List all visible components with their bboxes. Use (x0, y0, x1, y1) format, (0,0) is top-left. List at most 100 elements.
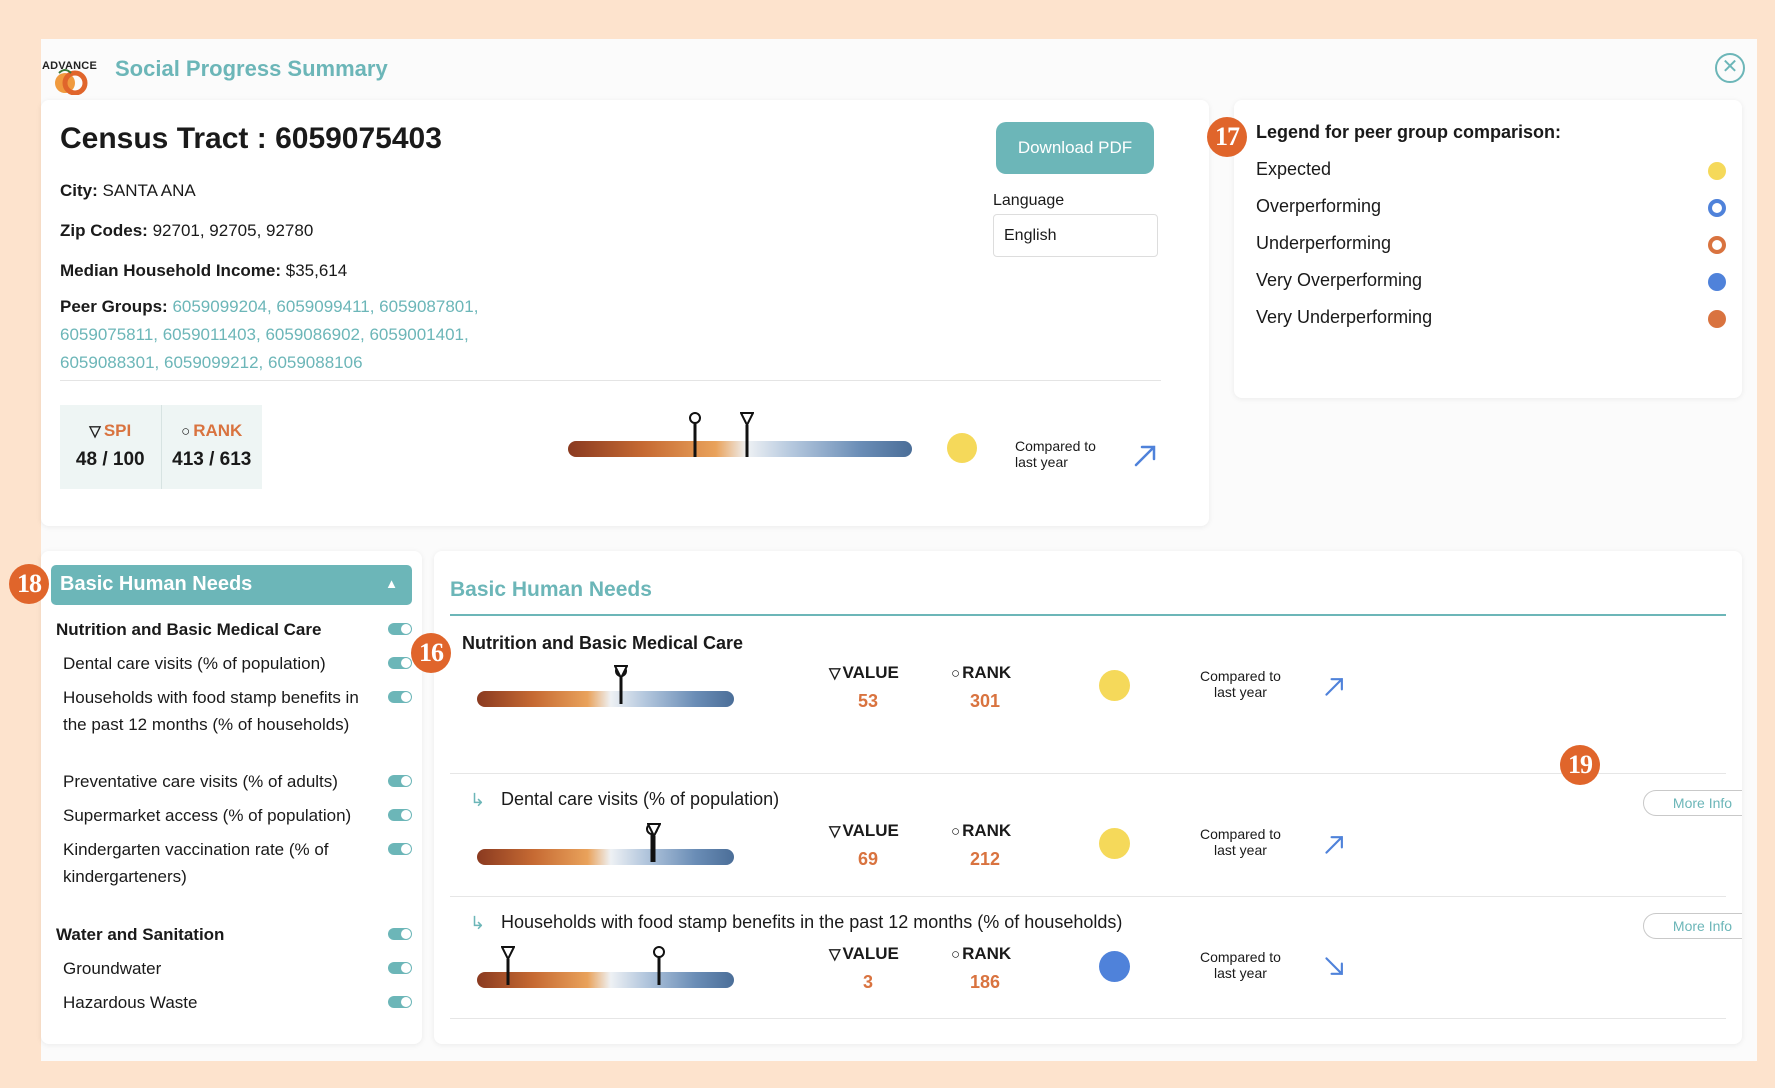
indicator-rank: 301 (969, 691, 1001, 711)
indicator-toggle[interactable] (388, 657, 412, 669)
value-pin-icon (647, 823, 662, 862)
legend-dot-icon (1708, 310, 1726, 328)
trend-arrow-icon (1325, 678, 1343, 696)
indicator-label: Dental care visits (% of population) (501, 789, 780, 809)
row-separator (450, 896, 1726, 897)
sidebar-item[interactable]: Dental care visits (% of population) (63, 650, 373, 677)
peer-groups: Peer Groups: 6059099204, 6059099411, 605… (60, 297, 479, 372)
status-dot (1099, 670, 1130, 701)
legend-label: Very Underperforming (1256, 307, 1433, 327)
compared-line: last year (1214, 965, 1267, 981)
score-box: ▽ SPI 48 / 100 ○ RANK 413 / 613 (60, 405, 262, 489)
rank-header-label: RANK (962, 821, 1012, 840)
sidebar-section-title[interactable]: Water and Sanitation (56, 921, 366, 948)
advance-oc-logo: ADVANCE (41, 49, 107, 95)
more-info-button[interactable]: More Info (1643, 913, 1742, 939)
legend-item: Underperforming (1256, 233, 1726, 254)
indicator-rank: 186 (969, 972, 1001, 992)
legend-item: Very Overperforming (1256, 270, 1726, 291)
detail-title: Basic Human Needs (450, 578, 652, 601)
status-dot (1099, 951, 1130, 982)
sidebar-section-title[interactable]: Nutrition and Basic Medical Care (56, 616, 366, 643)
legend-item: Overperforming (1256, 196, 1726, 217)
close-icon[interactable]: ✕ (1715, 53, 1745, 83)
indicator-toggle[interactable] (388, 928, 412, 940)
sidebar-item[interactable]: Supermarket access (% of population) (63, 802, 373, 829)
rank-header: ○ RANK (951, 821, 1011, 841)
city-line: City: SANTA ANA (60, 181, 196, 200)
circle-marker-icon: ○ (181, 423, 191, 440)
rank-header: ○ RANK (951, 663, 1011, 683)
status-dot (947, 433, 977, 463)
legend-label: Underperforming (1256, 233, 1392, 253)
legend-item: Expected (1256, 159, 1726, 180)
step-badge-18: 18 (9, 564, 49, 604)
summary-panel: ADVANCE Social Progress Summary ✕ Census… (9, 39, 1757, 1061)
compared-line: last year (1214, 842, 1267, 858)
subcategory-title: Nutrition and Basic Medical Care (462, 633, 744, 653)
indicator-toggle[interactable] (388, 843, 412, 855)
indicator-toggle[interactable] (388, 962, 412, 974)
sidebar-item[interactable]: Kindergarten vaccination rate (% of kind… (63, 836, 373, 890)
legend-dot-icon (1708, 199, 1726, 217)
indicator-gradient-bar (477, 972, 734, 988)
status-dot (1099, 828, 1130, 859)
value-pin-icon (500, 946, 515, 985)
triangle-marker-icon: ▽ (829, 665, 841, 682)
circle-marker-icon: ○ (951, 823, 961, 840)
value-header: ▽ VALUE (829, 663, 899, 683)
download-pdf-button[interactable]: Download PDF (996, 122, 1154, 174)
caret-up-icon[interactable]: ▲ (385, 565, 398, 603)
compared-line: Compared to (1200, 949, 1281, 965)
compared-line: Compared to (1200, 668, 1281, 684)
rank-header-label: RANK (962, 944, 1012, 963)
title-rule (450, 614, 1726, 616)
income-line: Median Household Income: $35,614 (60, 261, 348, 280)
spi-score: ▽ SPI 48 / 100 (75, 421, 145, 470)
value-header: ▽ VALUE (829, 821, 899, 841)
indicator-toggle[interactable] (388, 691, 412, 703)
rank-header-label: RANK (962, 663, 1012, 682)
zip-line: Zip Codes: 92701, 92705, 92780 (60, 221, 314, 240)
legend-dot-icon (1708, 162, 1726, 180)
compared-label: Compared to last year (1015, 438, 1096, 470)
rank-pin-icon (653, 946, 666, 985)
value-pin-icon (613, 665, 628, 704)
sidebar-item[interactable]: Hazardous Waste (63, 989, 373, 1016)
indicator-toggle[interactable] (388, 996, 412, 1008)
step-badge-17: 17 (1207, 117, 1247, 157)
spi-pin-icon (739, 412, 754, 457)
category-header-basic-human-needs[interactable]: Basic Human Needs ▲ (51, 565, 412, 605)
legend-label: Expected (1256, 159, 1332, 179)
category-sidebar: Basic Human Needs ▲ Nutrition and Basic … (41, 551, 422, 1044)
language-select[interactable]: English (993, 214, 1158, 257)
sub-indicator-arrow-icon: ↳ (470, 913, 486, 933)
rank-header: ○ RANK (951, 944, 1011, 964)
legend-label: Very Overperforming (1256, 270, 1423, 290)
indicator-gradient-bar (477, 849, 734, 865)
sidebar-item[interactable]: Groundwater (63, 955, 373, 982)
value-header-label: VALUE (842, 821, 899, 840)
indicator-toggle[interactable] (388, 775, 412, 787)
indicator-rank: 212 (969, 849, 1001, 869)
indicator-toggle[interactable] (388, 809, 412, 821)
language-label: Language (993, 192, 1065, 209)
legend-label: Overperforming (1256, 196, 1382, 216)
row-separator (450, 773, 1726, 774)
more-info-button[interactable]: More Info (1643, 790, 1742, 816)
sub-indicator-arrow-icon: ↳ (470, 790, 486, 810)
sidebar-item[interactable]: Households with food stamp benefits in t… (63, 684, 373, 765)
sidebar-item[interactable]: Preventative care visits (% of adults) (63, 768, 373, 795)
indicator-value: 69 (857, 849, 879, 869)
indicator-toggle[interactable] (388, 623, 412, 635)
indicator-gradient-bar (477, 691, 734, 707)
page-title: Social Progress Summary (115, 56, 388, 81)
circle-marker-icon: ○ (951, 665, 961, 682)
row-separator (450, 1018, 1726, 1019)
legend-card: Legend for peer group comparison: Expect… (1234, 100, 1742, 398)
compared-line: last year (1214, 684, 1267, 700)
circle-marker-icon: ○ (951, 946, 961, 963)
compared-label: Compared to last year (1200, 949, 1281, 981)
trend-arrow-icon (1325, 957, 1343, 975)
step-badge-16: 16 (411, 633, 451, 673)
